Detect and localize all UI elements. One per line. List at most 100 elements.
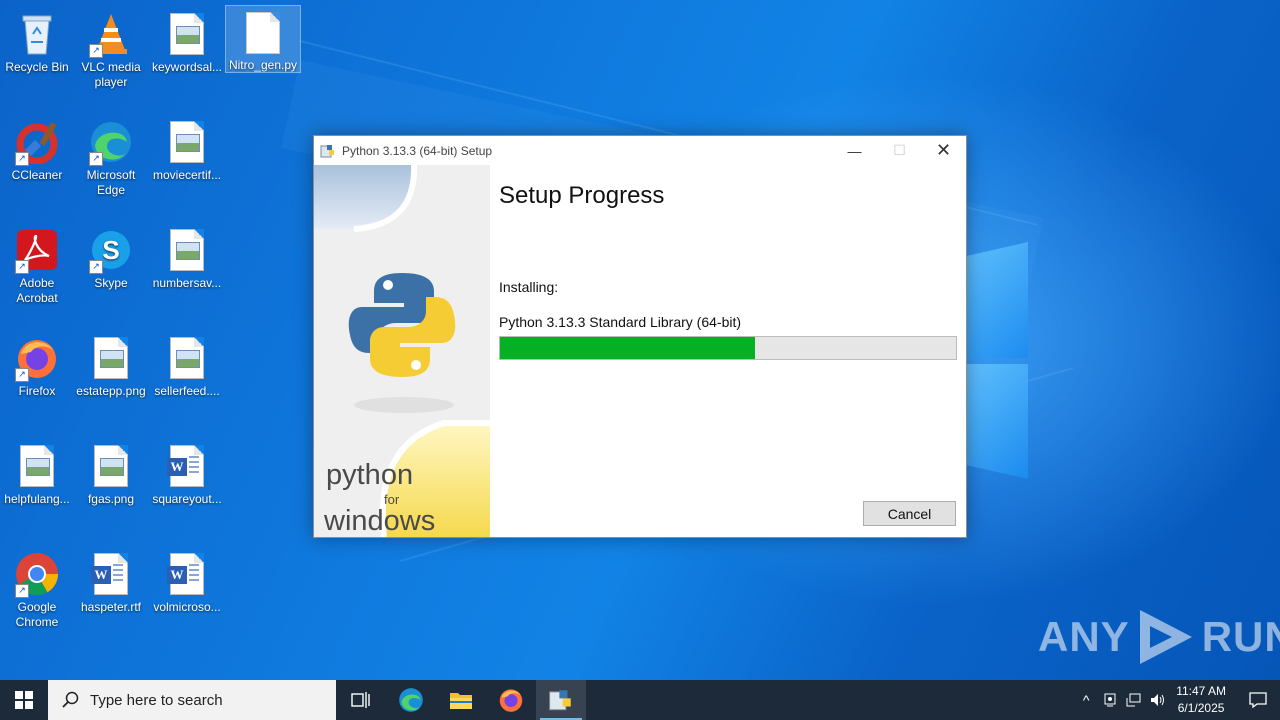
device-icon <box>1104 693 1116 707</box>
recycle-bin-icon <box>13 10 61 58</box>
python-setup-dialog: Python 3.13.3 (64-bit) Setup — ☐ ✕ pytho… <box>313 135 967 538</box>
icon-label: Google Chrome <box>15 600 59 629</box>
word-doc-icon: W <box>163 442 211 490</box>
word-doc-icon: W <box>163 550 211 598</box>
tray-network-icon[interactable] <box>1122 693 1146 707</box>
shortcut-arrow-icon: ↗ <box>15 368 29 382</box>
installer-content: Setup Progress Installing: Python 3.13.3… <box>490 165 966 537</box>
icon-label: Recycle Bin <box>5 60 69 74</box>
icon-label: Nitro_gen.py <box>228 57 298 72</box>
tray-device-icon[interactable] <box>1098 693 1122 707</box>
task-view-button[interactable] <box>336 680 386 720</box>
shortcut-arrow-icon: ↗ <box>89 44 103 58</box>
watermark-left: ANY <box>1038 613 1130 660</box>
desktop-icon-ccleaner[interactable]: ↗ CCleaner <box>0 114 74 183</box>
file-explorer-icon <box>450 693 472 709</box>
shortcut-arrow-icon: ↗ <box>89 260 103 274</box>
desktop-icon-volmicroso[interactable]: W volmicroso... <box>150 546 224 615</box>
taskbar-python-setup[interactable] <box>536 680 586 720</box>
desktop-icon-sellerfeed[interactable]: sellerfeed.... <box>150 330 224 399</box>
desktop-icon-skype[interactable]: S ↗ Skype <box>74 222 148 291</box>
close-icon: ✕ <box>935 140 952 160</box>
watermark-right: RUN <box>1201 613 1280 660</box>
python-setup-icon <box>549 690 571 711</box>
task-view-icon <box>351 692 370 708</box>
progress-bar <box>499 336 957 360</box>
edge-icon: ↗ <box>87 118 135 166</box>
desktop-icon-squareyout[interactable]: W squareyout... <box>150 438 224 507</box>
desktop-icon-nitro-gen[interactable]: Nitro_gen.py <box>225 5 301 73</box>
taskbar-clock[interactable]: 11:47 AM 6/1/2025 <box>1176 683 1226 717</box>
taskbar-search-box[interactable]: Type here to search <box>48 680 336 720</box>
desktop-icon-chrome[interactable]: ↗ Google Chrome <box>0 546 74 630</box>
desktop-icon-haspeter[interactable]: W haspeter.rtf <box>74 546 148 615</box>
ccleaner-icon: ↗ <box>13 118 61 166</box>
minimize-icon: — <box>847 142 862 159</box>
vlc-icon: ↗ <box>87 10 135 58</box>
shortcut-arrow-icon: ↗ <box>89 152 103 166</box>
icon-label: CCleaner <box>11 168 63 182</box>
desktop-icon-firefox[interactable]: ↗ Firefox <box>0 330 74 399</box>
edge-icon <box>399 688 423 712</box>
taskbar-file-explorer[interactable] <box>436 680 486 720</box>
minimize-button[interactable]: — <box>832 136 877 165</box>
icon-label: squareyout... <box>152 492 222 506</box>
icon-label: moviecertif... <box>152 168 221 182</box>
start-button[interactable] <box>0 680 48 720</box>
progress-fill <box>500 337 756 359</box>
firefox-icon <box>499 689 523 712</box>
windows-logo-pane <box>967 242 1028 358</box>
anyrun-watermark: ANY RUN <box>1038 606 1280 668</box>
shortcut-arrow-icon: ↗ <box>15 152 29 166</box>
icon-label: sellerfeed.... <box>154 384 220 398</box>
icon-label: fgas.png <box>87 492 135 506</box>
icon-label: Skype <box>94 276 128 290</box>
desktop-icon-recycle-bin[interactable]: Recycle Bin <box>0 6 74 75</box>
dialog-title: Python 3.13.3 (64-bit) Setup <box>342 143 493 158</box>
desktop-icon-moviecertif[interactable]: moviecertif... <box>150 114 224 183</box>
image-file-icon <box>87 442 135 490</box>
cancel-button[interactable]: Cancel <box>863 501 956 526</box>
icon-label: Adobe Acrobat <box>16 276 58 305</box>
firefox-icon: ↗ <box>13 334 61 382</box>
icon-label: helpfulang... <box>4 492 70 506</box>
blank-file-icon <box>239 10 287 56</box>
desktop-icon-numbersav[interactable]: numbersav... <box>150 222 224 291</box>
installer-sidebar-banner: python for windows <box>314 165 490 537</box>
show-hidden-icons-button[interactable]: ^ <box>1074 692 1098 708</box>
image-file-icon <box>163 118 211 166</box>
word-doc-icon: W <box>87 550 135 598</box>
component-label: Python 3.13.3 Standard Library (64-bit) <box>499 314 742 330</box>
desktop-icon-adobe-acrobat[interactable]: ↗ Adobe Acrobat <box>0 222 74 306</box>
acrobat-icon: ↗ <box>13 226 61 274</box>
maximize-icon: ☐ <box>893 142 906 158</box>
status-label: Installing: <box>499 279 559 295</box>
desktop-icon-helpfulang[interactable]: helpfulang... <box>0 438 74 507</box>
desktop-icon-vlc[interactable]: ↗ VLC media player <box>74 6 148 90</box>
chrome-icon: ↗ <box>13 550 61 598</box>
skype-icon: S ↗ <box>87 226 135 274</box>
close-button[interactable]: ✕ <box>921 136 966 165</box>
tray-volume-icon[interactable] <box>1146 693 1170 707</box>
python-setup-icon <box>320 144 334 157</box>
windows-text: windows <box>324 505 436 537</box>
svg-text:S: S <box>102 235 119 265</box>
image-file-icon <box>163 10 211 58</box>
taskbar-firefox[interactable] <box>486 680 536 720</box>
shortcut-arrow-icon: ↗ <box>15 260 29 274</box>
maximize-button: ☐ <box>877 136 922 165</box>
desktop-icon-keywordsal[interactable]: keywordsal... <box>150 6 224 75</box>
clock-time: 11:47 AM <box>1176 684 1226 698</box>
taskbar-edge[interactable] <box>386 680 436 720</box>
icon-label: Firefox <box>18 384 56 398</box>
image-file-icon <box>87 334 135 382</box>
desktop-icon-fgas[interactable]: fgas.png <box>74 438 148 507</box>
image-file-icon <box>13 442 61 490</box>
desktop-icon-edge[interactable]: ↗ Microsoft Edge <box>74 114 148 198</box>
dialog-titlebar[interactable]: Python 3.13.3 (64-bit) Setup — ☐ ✕ <box>314 136 966 165</box>
desktop-icon-estatepp[interactable]: estatepp.png <box>74 330 148 399</box>
play-triangle-icon <box>1139 610 1192 664</box>
action-center-button[interactable] <box>1236 680 1280 720</box>
chevron-up-icon: ^ <box>1082 692 1090 708</box>
page-title: Setup Progress <box>499 182 665 209</box>
